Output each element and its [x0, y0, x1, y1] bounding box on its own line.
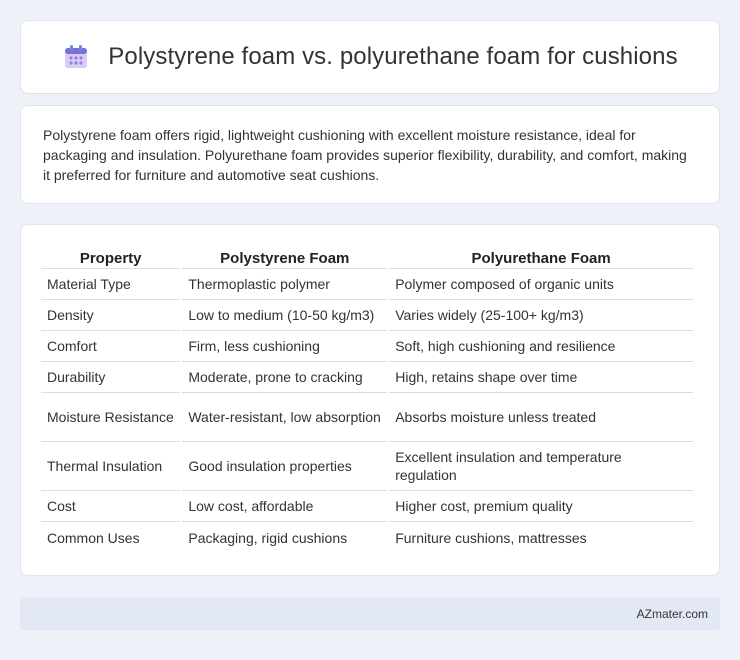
- property-cell: Thermal Insulation: [41, 442, 181, 491]
- polyurethane-cell: Polymer composed of organic units: [389, 269, 693, 300]
- table-row: Density Low to medium (10-50 kg/m3) Vari…: [41, 300, 693, 331]
- polystyrene-cell: Moderate, prone to cracking: [182, 362, 388, 393]
- polyurethane-cell: High, retains shape over time: [389, 362, 693, 393]
- polyurethane-cell: Higher cost, premium quality: [389, 491, 693, 522]
- polystyrene-cell: Firm, less cushioning: [182, 331, 388, 362]
- comparison-table: Property Polystyrene Foam Polyurethane F…: [39, 245, 695, 553]
- property-cell: Material Type: [41, 269, 181, 300]
- calendar-icon: [65, 45, 88, 68]
- polystyrene-cell: Thermoplastic polymer: [182, 269, 388, 300]
- property-cell: Durability: [41, 362, 181, 393]
- table-row: Durability Moderate, prone to cracking H…: [41, 362, 693, 393]
- polystyrene-cell: Packaging, rigid cushions: [188, 529, 348, 546]
- polyurethane-cell: Absorbs moisture unless treated: [389, 393, 693, 442]
- intro-card: Polystyrene foam offers rigid, lightweig…: [20, 105, 720, 204]
- polyurethane-cell: Soft, high cushioning and resilience: [389, 331, 693, 362]
- table-row: Comfort Firm, less cushioning Soft, high…: [41, 331, 693, 362]
- table-row: Cost Low cost, affordable Higher cost, p…: [41, 491, 693, 522]
- property-cell: Common Uses: [47, 529, 140, 546]
- polystyrene-cell: Good insulation properties: [182, 442, 388, 491]
- comparison-card: Property Polystyrene Foam Polyurethane F…: [20, 224, 720, 576]
- title-card: Polystyrene foam vs. polyurethane foam f…: [20, 20, 720, 94]
- property-cell: Density: [41, 300, 181, 331]
- property-cell: Cost: [41, 491, 181, 522]
- table-row: Moisture Resistance Water-resistant, low…: [41, 393, 693, 442]
- polyurethane-cell: Furniture cushions, mattresses: [395, 529, 587, 546]
- polyurethane-cell: Excellent insulation and temperature reg…: [389, 442, 693, 491]
- column-header: Polystyrene Foam: [182, 245, 388, 269]
- polystyrene-cell: Water-resistant, low absorption: [182, 393, 388, 442]
- polystyrene-cell: Low cost, affordable: [182, 491, 388, 522]
- table-row: Common Uses Packaging, rigid cushions Fu…: [41, 522, 693, 553]
- polyurethane-cell: Varies widely (25-100+ kg/m3): [389, 300, 693, 331]
- column-header: Polyurethane Foam: [389, 245, 693, 269]
- property-cell: Comfort: [41, 331, 181, 362]
- footer-brand: AZmater.com: [636, 606, 708, 621]
- polystyrene-cell: Low to medium (10-50 kg/m3): [182, 300, 388, 331]
- footer-bar: AZmater.com: [20, 597, 720, 630]
- table-row: Material Type Thermoplastic polymer Poly…: [41, 269, 693, 300]
- intro-text: Polystyrene foam offers rigid, lightweig…: [43, 127, 687, 183]
- column-header: Property: [41, 245, 181, 269]
- property-cell: Moisture Resistance: [41, 393, 181, 442]
- table-row: Thermal Insulation Good insulation prope…: [41, 442, 693, 491]
- table-header-row: Property Polystyrene Foam Polyurethane F…: [41, 245, 693, 269]
- page-title: Polystyrene foam vs. polyurethane foam f…: [108, 43, 678, 70]
